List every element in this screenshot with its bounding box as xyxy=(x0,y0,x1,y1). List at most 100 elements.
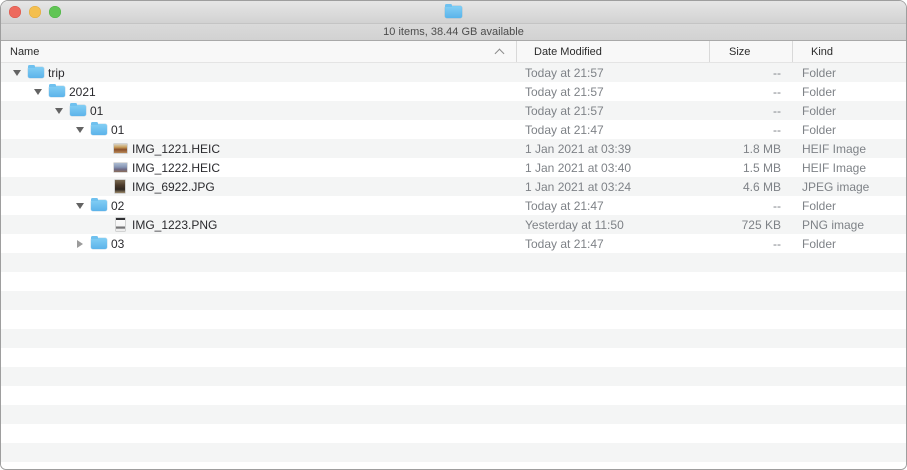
close-button[interactable] xyxy=(9,6,21,18)
table-row[interactable]: 01Today at 21:57--Folder xyxy=(1,101,906,120)
date-modified-cell: 1 Jan 2021 at 03:40 xyxy=(517,161,710,175)
screenshot-portrait-icon xyxy=(116,218,125,231)
status-text: 10 items, 38.44 GB available xyxy=(383,26,524,38)
window-controls xyxy=(9,1,61,23)
triangle-down-icon xyxy=(76,127,84,133)
table-row[interactable]: 03 Today at 21:47--Folder xyxy=(1,234,906,253)
date-modified-cell: Today at 21:47 xyxy=(517,123,710,137)
triangle-down-icon xyxy=(34,89,42,95)
column-header-date-label: Date Modified xyxy=(534,46,602,58)
size-cell: 4.6 MB xyxy=(710,180,793,194)
folder-icon-glyph xyxy=(91,200,107,211)
folder-icon xyxy=(91,236,107,251)
triangle-right-icon xyxy=(77,240,83,248)
kind-cell: JPEG image xyxy=(793,180,906,194)
file-name: 03 xyxy=(111,237,124,251)
table-row[interactable]: IMG_1221.HEIC 1 Jan 2021 at 03:391.8 MBHE… xyxy=(1,139,906,158)
column-header-size[interactable]: Size xyxy=(710,41,793,62)
folder-icon-glyph xyxy=(91,238,107,249)
table-row[interactable]: IMG_6922.JPG1 Jan 2021 at 03:244.6 MBJPE… xyxy=(1,177,906,196)
triangle-down-icon xyxy=(13,70,21,76)
sort-ascending-icon xyxy=(495,49,505,59)
column-header-name-label: Name xyxy=(10,46,39,58)
titlebar xyxy=(1,1,906,23)
disclosure-triangle-expanded-icon[interactable] xyxy=(11,63,22,82)
size-cell: -- xyxy=(710,85,793,99)
kind-cell: Folder xyxy=(793,237,906,251)
size-cell: 1.8 MB xyxy=(710,142,793,156)
triangle-down-icon xyxy=(55,108,63,114)
table-row[interactable]: tripToday at 21:57--Folder xyxy=(1,63,906,82)
file-name: IMG_1221.HEIC xyxy=(132,142,220,156)
table-row[interactable]: 01Today at 21:47--Folder xyxy=(1,120,906,139)
disclosure-triangle-expanded-icon[interactable] xyxy=(53,101,64,120)
zoom-button[interactable] xyxy=(49,6,61,18)
date-modified-cell: Today at 21:57 xyxy=(517,104,710,118)
kind-cell: Folder xyxy=(793,123,906,137)
column-header-size-label: Size xyxy=(729,46,750,58)
size-cell: -- xyxy=(710,237,793,251)
folder-icon-glyph xyxy=(70,105,86,116)
name-cell: IMG_6922.JPG xyxy=(1,177,517,196)
file-thumbnail-icon xyxy=(112,141,128,156)
disclosure-spacer xyxy=(95,177,106,196)
column-header-kind-label: Kind xyxy=(811,46,833,58)
kind-cell: Folder xyxy=(793,66,906,80)
name-cell: IMG_1222.HEIC xyxy=(1,158,517,177)
photo-dark-portrait-icon xyxy=(115,180,125,193)
date-modified-cell: Today at 21:47 xyxy=(517,199,710,213)
date-modified-cell: 1 Jan 2021 at 03:39 xyxy=(517,142,710,156)
size-cell: 725 KB xyxy=(710,218,793,232)
size-cell: 1.5 MB xyxy=(710,161,793,175)
kind-cell: Folder xyxy=(793,199,906,213)
folder-icon xyxy=(49,84,65,99)
folder-icon-glyph xyxy=(28,67,44,78)
disclosure-spacer xyxy=(95,215,106,234)
table-row[interactable]: 2021Today at 21:57--Folder xyxy=(1,82,906,101)
file-name: IMG_1223.PNG xyxy=(132,218,217,232)
disclosure-triangle-expanded-icon[interactable] xyxy=(74,120,85,139)
file-list: tripToday at 21:57--Folder2021Today at 2… xyxy=(1,63,906,469)
date-modified-cell: Today at 21:57 xyxy=(517,66,710,80)
size-cell: -- xyxy=(710,123,793,137)
date-modified-cell: Today at 21:47 xyxy=(517,237,710,251)
status-bar: 10 items, 38.44 GB available xyxy=(1,23,906,41)
file-thumbnail-icon xyxy=(112,179,128,194)
disclosure-triangle-expanded-icon[interactable] xyxy=(32,82,43,101)
disclosure-triangle-collapsed-icon[interactable] xyxy=(74,234,85,253)
photo-cool-landscape-icon xyxy=(114,163,127,172)
folder-icon-glyph xyxy=(49,86,65,97)
folder-icon xyxy=(91,198,107,213)
minimize-button[interactable] xyxy=(29,6,41,18)
file-name: IMG_6922.JPG xyxy=(132,180,215,194)
date-modified-cell: Yesterday at 11:50 xyxy=(517,218,710,232)
photo-warm-landscape-icon xyxy=(114,144,127,153)
table-row[interactable]: IMG_1222.HEIC 1 Jan 2021 at 03:401.5 MBHE… xyxy=(1,158,906,177)
file-thumbnail-icon xyxy=(112,160,128,175)
kind-cell: HEIF Image xyxy=(793,161,906,175)
table-row[interactable]: 02 Today at 21:47--Folder xyxy=(1,196,906,215)
table-row[interactable]: IMG_1223.PNGYesterday at 11:50725 KBPNG … xyxy=(1,215,906,234)
kind-cell: HEIF Image xyxy=(793,142,906,156)
column-header-kind[interactable]: Kind xyxy=(793,41,906,62)
window-title-proxy xyxy=(445,6,462,18)
disclosure-triangle-expanded-icon[interactable] xyxy=(74,196,85,215)
column-header-date-modified[interactable]: Date Modified xyxy=(517,41,710,62)
name-cell: IMG_1223.PNG xyxy=(1,215,517,234)
file-name: 02 xyxy=(111,199,124,213)
column-header-name[interactable]: Name xyxy=(1,41,517,62)
file-thumbnail-icon xyxy=(112,217,128,232)
name-cell: 2021 xyxy=(1,82,517,101)
size-cell: -- xyxy=(710,199,793,213)
name-cell: trip xyxy=(1,63,517,82)
name-cell: IMG_1221.HEIC xyxy=(1,139,517,158)
disclosure-spacer xyxy=(95,158,106,177)
folder-icon-glyph xyxy=(91,124,107,135)
size-cell: -- xyxy=(710,104,793,118)
file-name: IMG_1222.HEIC xyxy=(132,161,220,175)
kind-cell: Folder xyxy=(793,85,906,99)
date-modified-cell: Today at 21:57 xyxy=(517,85,710,99)
folder-icon xyxy=(445,6,462,18)
kind-cell: Folder xyxy=(793,104,906,118)
column-headers: Name Date Modified Size Kind xyxy=(1,41,906,63)
